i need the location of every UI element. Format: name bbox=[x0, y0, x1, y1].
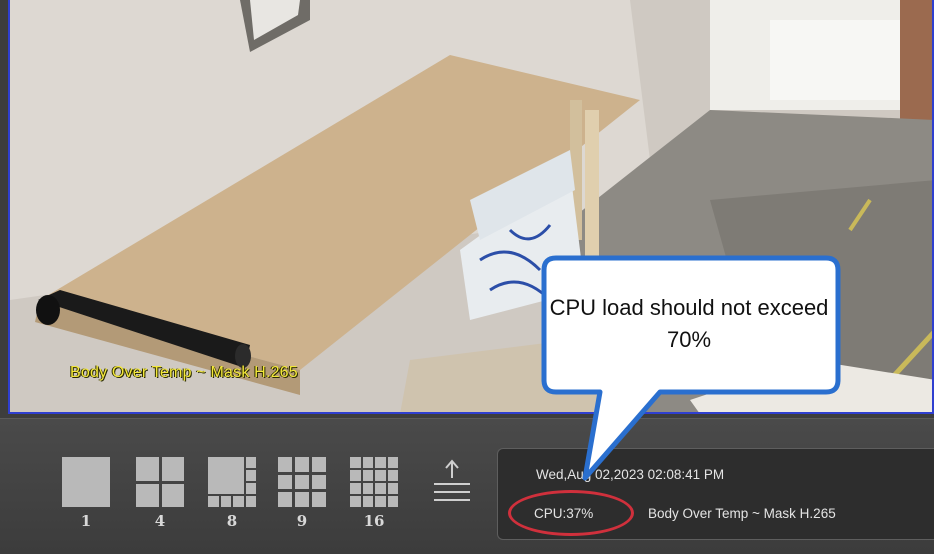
layout-1-label: 1 bbox=[80, 512, 92, 530]
upload-button[interactable] bbox=[432, 456, 472, 506]
layout-4-button[interactable] bbox=[136, 457, 184, 507]
layout-8-label: 8 bbox=[226, 512, 238, 530]
layout-4-icon bbox=[136, 457, 184, 507]
layout-16-button[interactable] bbox=[350, 457, 398, 507]
layout-16-label: 16 bbox=[363, 512, 385, 530]
layout-1-button[interactable] bbox=[62, 457, 110, 507]
status-mode: Body Over Temp ~ Mask H.265 bbox=[648, 506, 836, 521]
camera-osd-label: Body Over Temp ~ Mask H.265 bbox=[70, 364, 298, 381]
cpu-highlight-ellipse bbox=[508, 490, 634, 536]
layout-8-button[interactable] bbox=[208, 457, 256, 507]
layout-9-label: 9 bbox=[296, 512, 308, 530]
layout-9-button[interactable] bbox=[278, 457, 326, 507]
layout-8-icon bbox=[208, 457, 256, 507]
dvr-window: Body Over Temp ~ Mask H.265 1 4 8 9 16 W… bbox=[0, 0, 934, 554]
layout-4-label: 4 bbox=[154, 512, 166, 530]
status-datetime: Wed,Aug 02,2023 02:08:41 PM bbox=[536, 467, 725, 482]
upload-arrow-icon bbox=[434, 459, 470, 501]
layout-9-icon bbox=[278, 457, 326, 507]
layout-1-icon bbox=[62, 457, 110, 507]
layout-16-icon bbox=[350, 457, 398, 507]
callout-text: CPU load should not exceed 70% bbox=[549, 295, 829, 352]
